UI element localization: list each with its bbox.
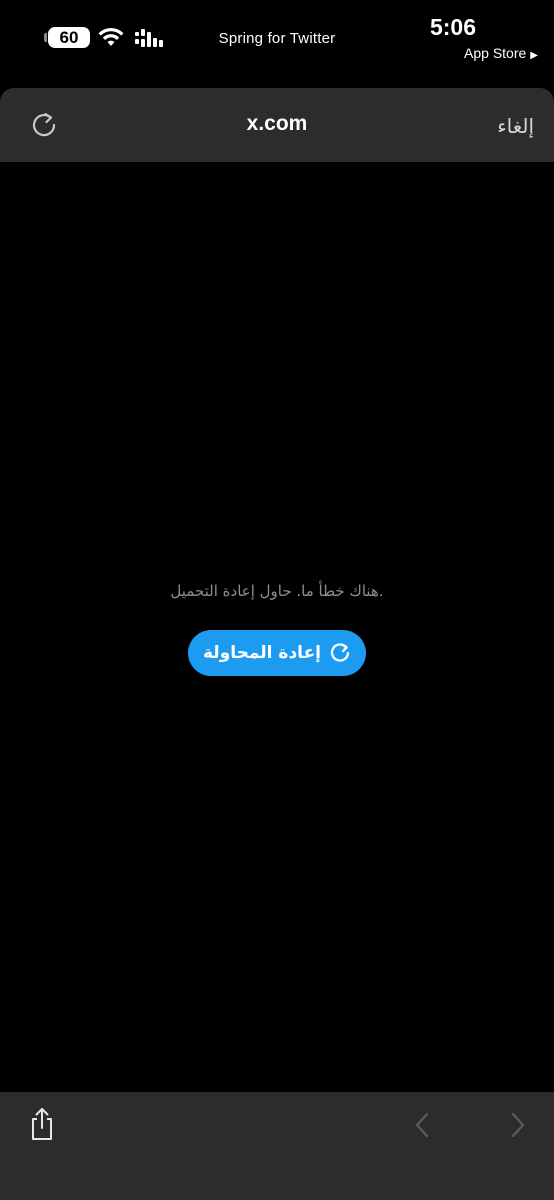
share-icon[interactable] [28,1106,56,1142]
browser-header: x.com إلغاء [0,88,554,162]
web-content: .هناك خطأ ما. حاول إعادة التحميل إعادة ا… [0,162,554,1092]
back-to-app-label: App Store [464,45,527,61]
screen: 60 Spring for Twitter 5:06 App Store ▶ x.… [0,0,554,1200]
retry-button-label: إعادة المحاولة [203,643,322,663]
error-message: .هناك خطأ ما. حاول إعادة التحميل [170,582,384,600]
chevron-right-icon[interactable] [506,1110,530,1140]
page-url-title: x.com [246,112,308,135]
back-to-app-button[interactable]: App Store ▶ [464,45,538,61]
chevron-left-icon[interactable] [410,1110,434,1140]
clock: 5:06 [429,14,476,40]
retry-button[interactable]: إعادة المحاولة [188,630,366,676]
play-arrow-icon: ▶ [530,50,538,61]
cancel-button[interactable]: إلغاء [497,114,534,138]
refresh-icon [330,643,350,662]
bottom-toolbar [0,1092,554,1200]
status-bar: 60 Spring for Twitter 5:06 App Store ▶ [0,0,554,88]
